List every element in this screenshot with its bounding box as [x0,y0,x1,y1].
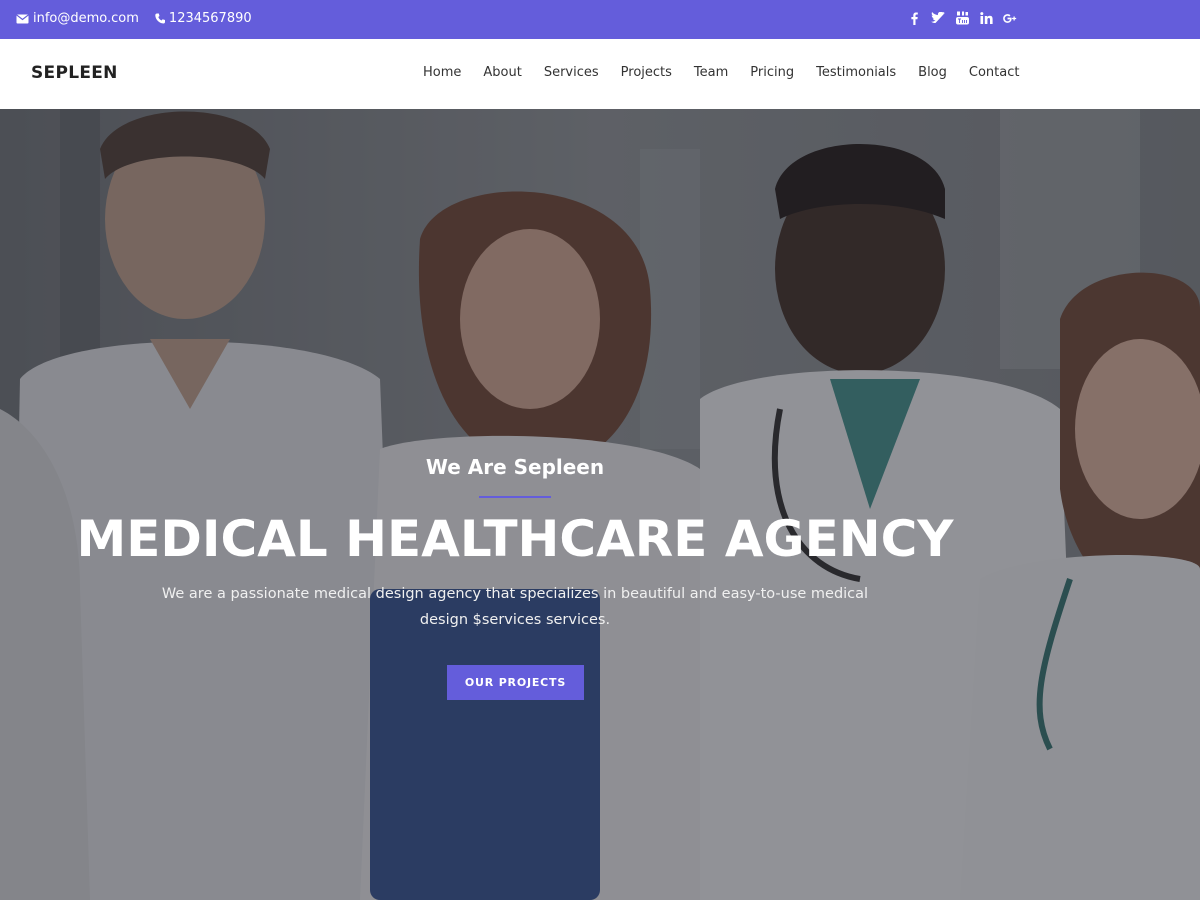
nav-item-services[interactable]: Services [544,65,599,80]
phone-icon [155,13,165,24]
hero-description: We are a passionate medical design agenc… [161,586,869,628]
youtube-icon[interactable] [955,10,969,26]
top-bar: info@demo.com 1234567890 [0,0,1200,39]
hero-section: We Are Sepleen MEDICAL HEALTHCARE AGENCY… [0,109,1200,900]
nav-item-testimonials[interactable]: Testimonials [816,65,896,80]
our-projects-button[interactable]: OUR PROJECTS [447,665,584,700]
email-item[interactable]: info@demo.com [16,11,139,26]
hero-divider [479,496,551,498]
envelope-icon [16,13,29,24]
hero-overlay [0,109,1200,900]
twitter-icon[interactable] [931,10,945,26]
phone-item[interactable]: 1234567890 [155,11,252,26]
social-links [907,10,1017,26]
main-nav: Home About Services Projects Team Pricin… [423,65,1019,80]
google-plus-icon[interactable] [1003,10,1017,26]
main-navbar: SEPLEEN Home About Services Projects Tea… [0,39,1200,109]
nav-item-blog[interactable]: Blog [918,65,947,80]
nav-item-projects[interactable]: Projects [621,65,672,80]
nav-item-contact[interactable]: Contact [969,65,1020,80]
nav-item-team[interactable]: Team [694,65,728,80]
nav-item-home[interactable]: Home [423,65,461,80]
nav-item-about[interactable]: About [483,65,521,80]
nav-item-pricing[interactable]: Pricing [750,65,794,80]
facebook-icon[interactable] [907,10,921,26]
linkedin-icon[interactable] [979,10,993,26]
hero-title: MEDICAL HEALTHCARE AGENCY [76,510,954,568]
email-text: info@demo.com [33,11,139,26]
brand-logo[interactable]: SEPLEEN [31,63,118,83]
phone-text: 1234567890 [168,11,252,26]
hero-subtitle: We Are Sepleen [425,455,605,479]
contact-info: info@demo.com 1234567890 [16,11,252,26]
